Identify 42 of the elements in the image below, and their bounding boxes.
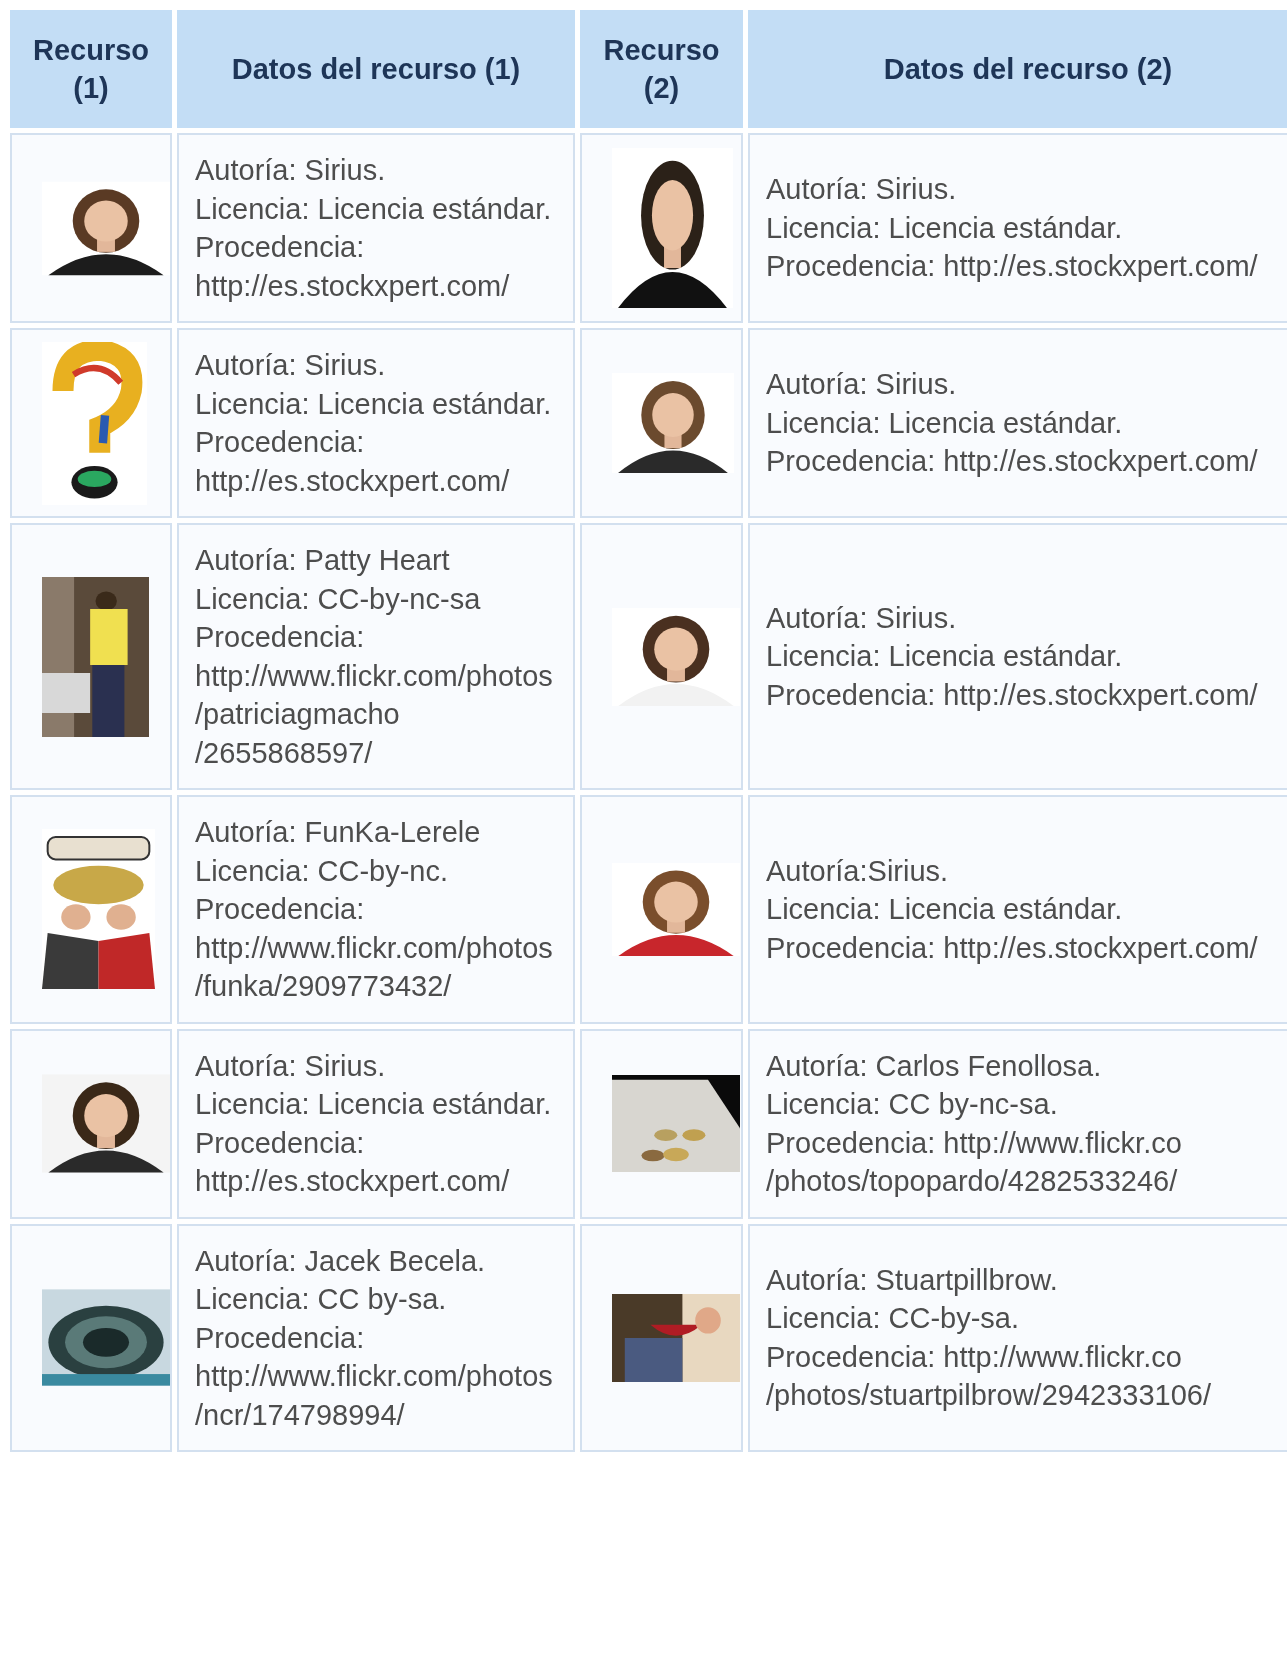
credit-text: Autoría: Sirius. [766, 600, 958, 636]
credit-text: Autoría: Sirius. [766, 367, 958, 403]
credit-text: Autoría: Jacek Becela. [195, 1243, 487, 1279]
credit-text: Autoría: Carlos Fenollosa. [766, 1048, 1103, 1084]
credit-text: Licencia: CC-by-nc-sa [195, 581, 482, 617]
credit-text: Licencia: Licencia estándar. [766, 405, 1124, 441]
credit-text: Procedencia: http://es.stockxpert.com/ [195, 425, 511, 499]
credit-text: Autoría: FunKa-Lerele [195, 815, 482, 850]
credit-text: Procedencia: http://www.flickr.com/photos/funka/2909773432/ [195, 892, 554, 1004]
credit-text: Autoría: Sirius. [195, 1048, 387, 1084]
credit-text: Procedencia: http://es.stockxpert.com/ [195, 1125, 511, 1199]
credit-text: Licencia: CC by-sa. [195, 1282, 448, 1317]
credit-text: Licencia: CC-by-nc. [195, 853, 450, 889]
credit-text: Autoría:Sirius. [766, 853, 950, 889]
credit-text: Autoría: Stuartpillbrow. [766, 1262, 1059, 1298]
credit-text: Autoría: Sirius. [766, 172, 958, 208]
credit-text: Licencia: Licencia estándar. [766, 892, 1124, 927]
credit-text: Licencia: CC-by-sa. [766, 1301, 1021, 1337]
credit-text: Procedencia: http://es.stockxpert.com/ [766, 930, 1259, 966]
credit-text: Licencia: Licencia estándar. [195, 1087, 553, 1122]
column-header: Datos del recurso (1) [177, 10, 575, 128]
credit-text: Procedencia: http://es.stockxpert.com/ [766, 249, 1259, 285]
credit-text: Licencia: CC by-nc-sa. [766, 1087, 1059, 1122]
credit-text: Procedencia: http://es.stockxpert.com/ [766, 444, 1259, 480]
credit-text: Licencia: Licencia estándar. [195, 386, 553, 422]
credit-text: Autoría: Sirius. [195, 348, 387, 383]
credit-text: Procedencia: http://www.flickr.co [766, 1125, 1183, 1161]
credit-text: Licencia: Licencia estándar. [766, 639, 1124, 675]
column-header: Datos del recurso (2) [748, 10, 1287, 128]
credit-text: Autoría: Sirius. [195, 153, 387, 188]
credit-text: Procedencia: http://www.flickr.com/photos/patriciagmacho/2655868597/ [195, 620, 554, 771]
credit-text: /photos/stuartpilbrow/2942333106/ [766, 1378, 1212, 1414]
credit-text: Procedencia: http://es.stockxpert.com/ [195, 230, 511, 304]
column-header: Recurso (1) [10, 10, 172, 128]
credit-text: /photos/topopardo/4282533246/ [766, 1164, 1179, 1199]
credit-text: Autoría: Patty Heart [195, 543, 451, 578]
credit-text: Procedencia: http://www.flickr.co [766, 1339, 1183, 1375]
credit-text: Licencia: Licencia estándar. [195, 191, 553, 227]
column-header: Recurso (2) [580, 10, 743, 128]
credit-text: Procedencia: http://www.flickr.com/photos/ncr/174798994/ [195, 1320, 554, 1433]
credit-text: Licencia: Licencia estándar. [766, 210, 1124, 246]
credit-text: Procedencia: http://es.stockxpert.com/ [766, 677, 1259, 713]
